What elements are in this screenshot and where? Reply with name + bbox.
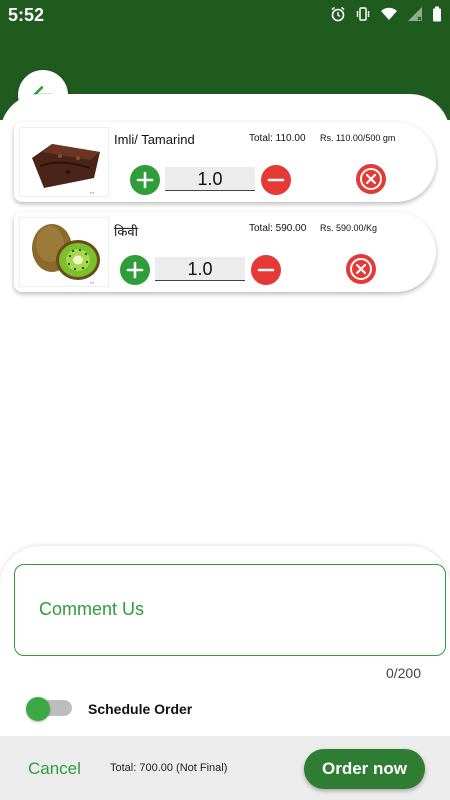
minus-icon [267,178,285,182]
alarm-icon [331,6,345,22]
comment-character-counter: 0/200 [385,665,421,681]
increase-quantity-button[interactable] [130,165,160,195]
vibrate-icon [356,7,370,21]
status-icons [330,6,442,22]
svg-text:▪▪▪: ▪▪▪ [90,190,95,195]
order-now-button[interactable]: Order now [304,749,425,789]
signal-icon [408,7,422,21]
schedule-order-label: Schedule Order [88,701,193,717]
item-unit-price: Rs. 110.00/500 gm [320,133,396,143]
quantity-field[interactable]: 1.0 [155,257,245,281]
decrease-quantity-button[interactable] [251,255,281,285]
item-unit-price: Rs. 590.00/Kg [320,223,378,233]
item-total: Total: 110.00 [249,133,306,144]
cart-item: ▪▪▪ Imli/ Tamarind Total: 110.00 Rs. 110… [14,122,436,202]
remove-item-icon[interactable] [355,163,387,195]
status-bar: 5:52 [0,0,450,30]
decrease-quantity-button[interactable] [261,165,291,195]
plus-icon [136,171,154,189]
cart-item: ▪▪▪ किवी Total: 590.00 Rs. 590.00/Kg 1.0 [14,212,436,292]
plus-icon [126,261,144,279]
schedule-order-toggle-thumb[interactable] [26,697,50,721]
cancel-button[interactable]: Cancel [28,759,81,779]
comment-placeholder: Comment Us [39,599,145,619]
item-name: Imli/ Tamarind [114,132,195,147]
order-total: Total: 700.00 (Not Final) [110,762,228,774]
item-total: Total: 590.00 [249,223,307,234]
comment-input[interactable]: Comment Us [14,564,446,656]
wifi-icon [381,7,397,21]
minus-icon [257,268,275,272]
footer-bar: Cancel Total: 700.00 (Not Final) Order n… [0,736,450,800]
remove-item-icon[interactable] [345,253,377,285]
tamarind-image: ▪▪▪ [19,127,109,197]
kiwi-image: ▪▪▪ [19,217,109,287]
battery-icon [433,6,441,22]
status-time: 5:52 [8,5,45,25]
increase-quantity-button[interactable] [120,255,150,285]
svg-text:▪▪▪: ▪▪▪ [90,280,95,285]
quantity-field[interactable]: 1.0 [165,167,255,191]
item-name: किवी [114,224,138,239]
